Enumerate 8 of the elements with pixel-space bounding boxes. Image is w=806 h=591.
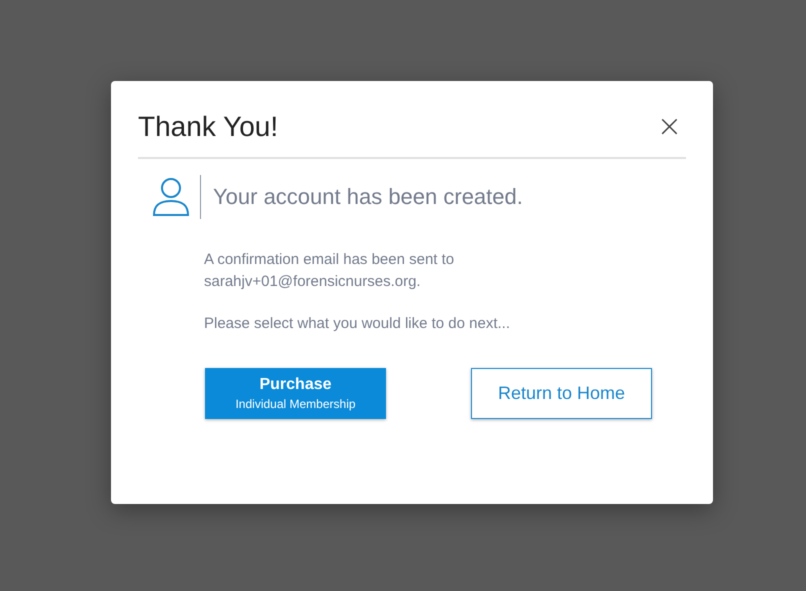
return-home-button[interactable]: Return to Home [471,368,652,419]
user-icon [152,177,190,217]
headline: Your account has been created. [213,184,523,210]
prompt-text: Please select what you would like to do next... [204,314,512,334]
confirmation-message: A confirmation email has been sent to sarahjv+01@forensicnurses.org. [204,250,456,292]
close-button[interactable]: × [652,115,686,139]
purchase-button[interactable]: Purchase Individual Membership [205,368,386,419]
dialog-title: Thank You! [138,111,278,143]
